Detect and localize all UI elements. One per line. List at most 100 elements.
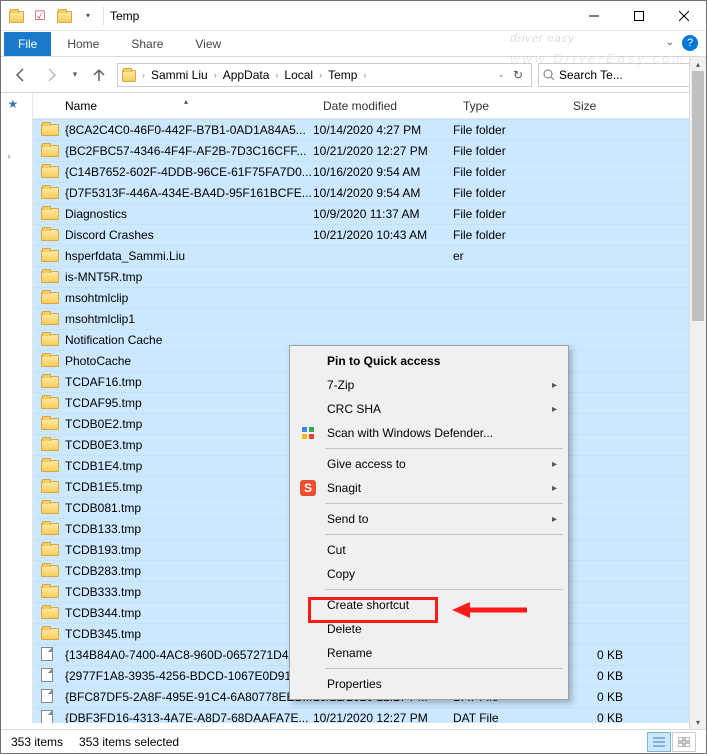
scroll-down-icon[interactable]: ▾: [690, 715, 706, 729]
minimize-button[interactable]: [571, 1, 616, 31]
folder-icon: [41, 164, 59, 180]
file-icon: [41, 668, 59, 684]
recent-dropdown-icon[interactable]: ▾: [69, 63, 81, 87]
context-menu: Pin to Quick access 7-Zip▸ CRC SHA▸ Scan…: [289, 345, 569, 700]
folder-icon: [41, 143, 59, 159]
details-view-button[interactable]: [647, 732, 671, 752]
table-row[interactable]: {C14B7652-602F-4DDB-96CE-61F75FA7D0...10…: [33, 161, 706, 182]
breadcrumb-item[interactable]: Sammi Liu: [149, 68, 210, 82]
chevron-right-icon[interactable]: ›: [361, 70, 368, 80]
menu-copy[interactable]: Copy: [293, 562, 565, 586]
vertical-scrollbar[interactable]: ▴ ▾: [689, 57, 706, 729]
column-name[interactable]: ▴Name: [57, 99, 315, 113]
ribbon: File Home Share View ⌄ ?: [1, 31, 706, 57]
back-button[interactable]: [9, 63, 33, 87]
sidebar-collapse-icon[interactable]: ›: [8, 151, 26, 169]
column-type[interactable]: Type: [455, 99, 565, 113]
file-name: TCDB1E5.tmp: [65, 480, 313, 494]
file-name: msohtmlclip: [65, 291, 313, 305]
table-row[interactable]: {DBF3FD16-4313-4A7E-A8D7-68DAAFA7E...10/…: [33, 707, 706, 723]
folder-icon: [41, 521, 59, 537]
shield-icon: [299, 424, 317, 442]
table-row[interactable]: is-MNT5R.tmp: [33, 266, 706, 287]
folder-icon: [41, 290, 59, 306]
table-row[interactable]: Discord Crashes10/21/2020 10:43 AMFile f…: [33, 224, 706, 245]
menu-snagit[interactable]: SSnagit▸: [293, 476, 565, 500]
file-date: 10/21/2020 10:43 AM: [313, 228, 453, 242]
folder-icon: [41, 605, 59, 621]
breadcrumb-item[interactable]: AppData: [221, 68, 272, 82]
menu-rename[interactable]: Rename: [293, 641, 565, 665]
qat-dropdown-icon[interactable]: ▾: [79, 7, 97, 25]
search-input[interactable]: Search Te...: [538, 63, 698, 87]
navigation-bar: ▾ › Sammi Liu › AppData › Local › Temp ›…: [1, 57, 706, 93]
breadcrumb[interactable]: › Sammi Liu › AppData › Local › Temp › ⌄…: [117, 63, 532, 87]
tab-share[interactable]: Share: [115, 32, 179, 56]
menu-delete[interactable]: Delete: [293, 617, 565, 641]
menu-send-to[interactable]: Send to▸: [293, 507, 565, 531]
help-icon[interactable]: ?: [682, 35, 698, 51]
file-icon: [41, 710, 59, 723]
menu-pin-to-quick-access[interactable]: Pin to Quick access: [293, 349, 565, 373]
folder-icon: [41, 227, 59, 243]
folder-icon: [41, 206, 59, 222]
tab-home[interactable]: Home: [51, 32, 115, 56]
qat-properties-icon[interactable]: ☑: [31, 7, 49, 25]
navigation-pane[interactable]: ★ ›: [1, 93, 33, 723]
folder-icon: [41, 437, 59, 453]
file-date: 10/14/2020 9:54 AM: [313, 186, 453, 200]
close-button[interactable]: [661, 1, 706, 31]
quick-access-icon[interactable]: ★: [8, 97, 26, 115]
folder-icon: [7, 7, 25, 25]
file-name: hsperfdata_Sammi.Liu: [65, 249, 313, 263]
file-size: 0 KB: [563, 648, 623, 662]
menu-windows-defender[interactable]: Scan with Windows Defender...: [293, 421, 565, 445]
table-row[interactable]: hsperfdata_Sammi.Liu er: [33, 245, 706, 266]
table-row[interactable]: {D7F5313F-446A-434E-BA4D-95F161BCFE...10…: [33, 182, 706, 203]
breadcrumb-item[interactable]: Local: [282, 68, 315, 82]
column-date[interactable]: Date modified: [315, 99, 455, 113]
chevron-right-icon[interactable]: ›: [317, 70, 324, 80]
scroll-up-icon[interactable]: ▴: [690, 57, 706, 71]
column-size[interactable]: Size: [565, 99, 635, 113]
thumbnails-view-button[interactable]: [672, 732, 696, 752]
table-row[interactable]: Diagnostics10/9/2020 11:37 AMFile folder: [33, 203, 706, 224]
menu-properties[interactable]: Properties: [293, 672, 565, 696]
file-name: is-MNT5R.tmp: [65, 270, 313, 284]
tab-view[interactable]: View: [179, 32, 237, 56]
file-type: File folder: [453, 165, 563, 179]
file-size: 0 KB: [563, 711, 623, 723]
menu-create-shortcut[interactable]: Create shortcut: [293, 593, 565, 617]
forward-button[interactable]: [39, 63, 63, 87]
table-row[interactable]: {BC2FBC57-4346-4F4F-AF2B-7D3C16CFF...10/…: [33, 140, 706, 161]
breadcrumb-item[interactable]: Temp: [326, 68, 359, 82]
table-row[interactable]: msohtmlclip: [33, 287, 706, 308]
table-row[interactable]: msohtmlclip1: [33, 308, 706, 329]
file-name: TCDB344.tmp: [65, 606, 313, 620]
chevron-right-icon[interactable]: ›: [212, 70, 219, 80]
file-name: Discord Crashes: [65, 228, 313, 242]
maximize-button[interactable]: [616, 1, 661, 31]
file-icon: [41, 689, 59, 705]
file-type: er: [453, 249, 563, 263]
svg-text:S: S: [304, 481, 312, 495]
file-name: TCDB133.tmp: [65, 522, 313, 536]
chevron-right-icon[interactable]: ›: [273, 70, 280, 80]
up-button[interactable]: [87, 63, 111, 87]
refresh-icon[interactable]: ↻: [509, 68, 527, 82]
table-row[interactable]: {8CA2C4C0-46F0-442F-B7B1-0AD1A84A5...10/…: [33, 119, 706, 140]
file-name: TCDB193.tmp: [65, 543, 313, 557]
file-name: {8CA2C4C0-46F0-442F-B7B1-0AD1A84A5...: [65, 123, 313, 137]
folder-icon: [41, 584, 59, 600]
menu-cut[interactable]: Cut: [293, 538, 565, 562]
menu-7zip[interactable]: 7-Zip▸: [293, 373, 565, 397]
file-list: ▴Name Date modified Type Size {8CA2C4C0-…: [33, 93, 706, 723]
file-type: File folder: [453, 186, 563, 200]
file-tab[interactable]: File: [4, 32, 51, 56]
chevron-right-icon[interactable]: ›: [140, 70, 147, 80]
chevron-down-icon[interactable]: ⌄: [495, 69, 507, 80]
ribbon-expand-icon[interactable]: ⌄: [666, 37, 674, 48]
menu-crc-sha[interactable]: CRC SHA▸: [293, 397, 565, 421]
scrollbar-thumb[interactable]: [692, 71, 704, 321]
menu-give-access-to[interactable]: Give access to▸: [293, 452, 565, 476]
